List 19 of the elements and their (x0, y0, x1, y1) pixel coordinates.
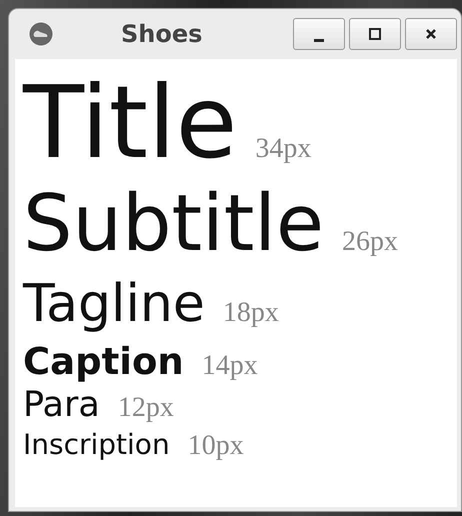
window-title: Shoes (121, 20, 202, 48)
size-label: 26px (342, 228, 398, 256)
close-button[interactable] (405, 18, 457, 50)
maximize-icon (368, 27, 382, 41)
size-label: 12px (118, 394, 174, 422)
sample-text: Title (23, 73, 238, 173)
maximize-button[interactable] (349, 18, 401, 50)
sample-text: Inscription (23, 431, 170, 459)
size-label: 18px (222, 299, 279, 327)
sample-text: Para (23, 388, 100, 423)
sample-text: Subtitle (23, 185, 324, 263)
minimize-icon (314, 38, 324, 42)
shoe-logo-icon (29, 22, 53, 46)
sample-text: Caption (23, 343, 184, 380)
size-label: 34px (255, 135, 312, 163)
size-label: 14px (202, 352, 258, 380)
sample-text: Tagline (23, 278, 205, 330)
size-label: 10px (188, 432, 244, 460)
close-icon (424, 27, 438, 41)
